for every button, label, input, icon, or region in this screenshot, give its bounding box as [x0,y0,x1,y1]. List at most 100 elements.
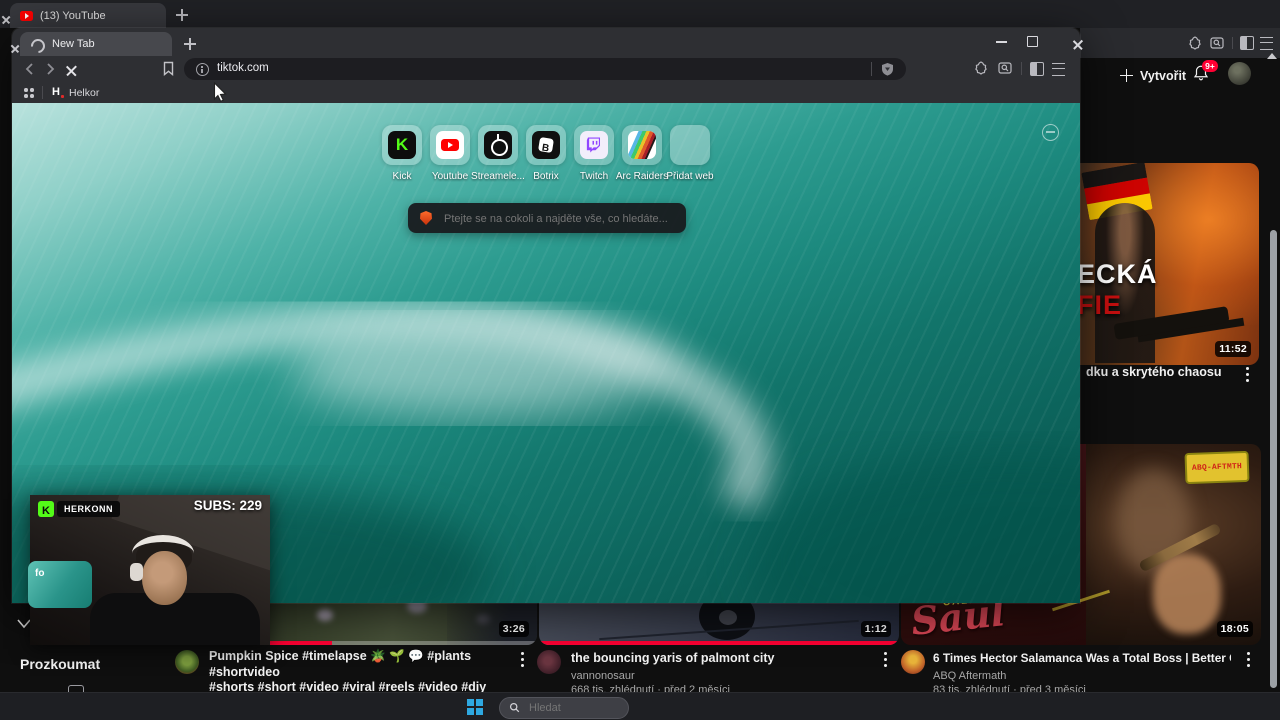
search-icon [509,702,520,713]
shortcut-botrix[interactable]: B [526,125,566,165]
background-tab-strip: (13) YouTube [0,0,1280,28]
tab-title: (13) YouTube [40,10,106,22]
video-title[interactable]: 6 Times Hector Salamanca Was a Total Bos… [933,651,1231,697]
thumb-text: ECKÁ [1077,259,1158,289]
forward-icon[interactable] [43,62,57,76]
tab-new-tab[interactable]: New Tab [20,32,172,56]
twitch-icon [580,131,608,159]
video-duration: 18:05 [1216,621,1253,637]
new-tab-button[interactable] [184,38,196,50]
mouse-cursor [213,82,227,103]
headphone-earcup [130,563,143,581]
channel-avatar[interactable] [175,650,199,674]
address-bar[interactable]: tiktok.com [184,58,906,80]
avatar[interactable] [1228,62,1251,85]
rewards-icon[interactable] [974,61,988,75]
channel-avatar[interactable] [537,650,561,674]
create-button[interactable]: Vytvořit [1118,65,1186,87]
bookmark-favicon: H [52,86,60,98]
search-window-icon[interactable] [1210,36,1224,50]
rewards-icon[interactable] [1188,36,1202,50]
channel-name[interactable]: vannonosaur [571,669,871,683]
start-button[interactable] [467,699,483,715]
apps-grid-icon[interactable] [24,88,28,92]
bookmark-favicon-dot [61,95,64,98]
shortcut-add-site[interactable] [670,125,710,165]
back-icon[interactable] [23,62,37,76]
menu-icon[interactable] [1260,37,1273,50]
taskbar-search-box[interactable] [499,696,629,719]
sidebar-section-explore[interactable]: Prozkoumat [20,656,100,672]
video-title[interactable]: the bouncing yaris of palmont city vanno… [571,651,871,697]
arc-raiders-icon [628,131,656,159]
bookmark-label: Helkor [69,87,100,99]
minimize-button[interactable] [996,41,1007,43]
video-duration: 11:52 [1215,341,1251,357]
urlbar-divider [871,62,872,76]
toolbar-divider [1021,62,1022,75]
shortcut-label: Přidat web [666,171,714,182]
scroll-up-arrow[interactable] [1267,53,1277,59]
new-tab-button[interactable] [176,9,188,21]
channel-name[interactable]: ABQ Aftermath [933,669,1231,683]
stop-loading-icon[interactable] [66,65,77,76]
youtube-masthead-fragment: Vytvořit 9+ [1080,58,1280,100]
scrollbar[interactable] [1270,230,1277,688]
kick-logo-glyph: K [42,505,50,517]
shortcut-youtube[interactable] [430,125,470,165]
youtube-icon [436,131,464,159]
screen: (13) YouTube Vytvořit 9+ ECKÁ FIE 11:52 … [0,0,1280,720]
video-menu-icon[interactable] [884,652,887,655]
youtube-favicon [20,11,33,21]
taskbar-search-input[interactable] [527,697,623,718]
botrix-icon: B [532,131,560,159]
plus-icon [1120,69,1133,82]
close-button[interactable] [1073,39,1083,49]
shortcut-streamelements[interactable] [478,125,518,165]
sidebar-toggle-icon[interactable] [1030,62,1044,76]
front-nav-bar: tiktok.com [12,56,1080,82]
hand-graphic [1153,554,1221,634]
toolbar-divider [1232,37,1233,49]
tab-close-icon[interactable] [11,44,20,53]
video-duration: 1:12 [860,621,891,637]
streamelements-icon [484,131,512,159]
maximize-button[interactable] [1027,36,1038,47]
thumb-text: FIE [1077,290,1123,320]
tab-title: New Tab [52,38,95,50]
taskbar: 21:23 24.03.2026 [0,692,1280,720]
front-tab-bar: New Tab [12,28,1080,56]
shortcut-kick[interactable]: K [382,125,422,165]
brave-shields-icon[interactable] [881,62,894,76]
tab-youtube[interactable]: (13) YouTube [10,3,166,28]
url-text[interactable]: tiktok.com [217,62,269,74]
video-menu-icon[interactable] [1246,367,1249,370]
video-menu-icon[interactable] [521,652,524,655]
tab-close-icon[interactable] [2,15,11,24]
shortcut-arc-raiders[interactable] [622,125,662,165]
search-window-icon[interactable] [998,61,1012,75]
ntp-search-bar[interactable] [408,203,686,235]
ntp-search-input[interactable] [442,203,680,235]
bookmarks-bar: H Helkor [12,82,1080,103]
notification-badge: 9+ [1202,60,1218,72]
sidebar-toggle-icon[interactable] [1240,36,1254,50]
loading-spinner-icon [28,36,48,56]
bookmark-icon[interactable] [162,61,175,76]
menu-icon[interactable] [1052,63,1065,76]
bookmarks-divider [42,86,43,99]
subs-counter: SUBS: 229 [193,498,262,513]
video-title-partial[interactable]: dku a skrytého chaosu [1086,365,1241,381]
watch-progress-track [539,641,899,645]
video-duration: 3:26 [498,621,529,637]
shortcut-twitch[interactable] [574,125,614,165]
site-info-icon[interactable] [196,63,209,76]
video-menu-icon[interactable] [1247,652,1250,655]
kick-icon: K [388,131,416,159]
customize-page-icon[interactable] [1042,124,1059,141]
brave-logo-icon [420,211,432,225]
fragment-text: fo [35,568,45,579]
channel-badge-text: HERKONN [64,504,114,514]
background-toolbar-fragment [1080,28,1280,58]
channel-avatar[interactable] [901,650,925,674]
